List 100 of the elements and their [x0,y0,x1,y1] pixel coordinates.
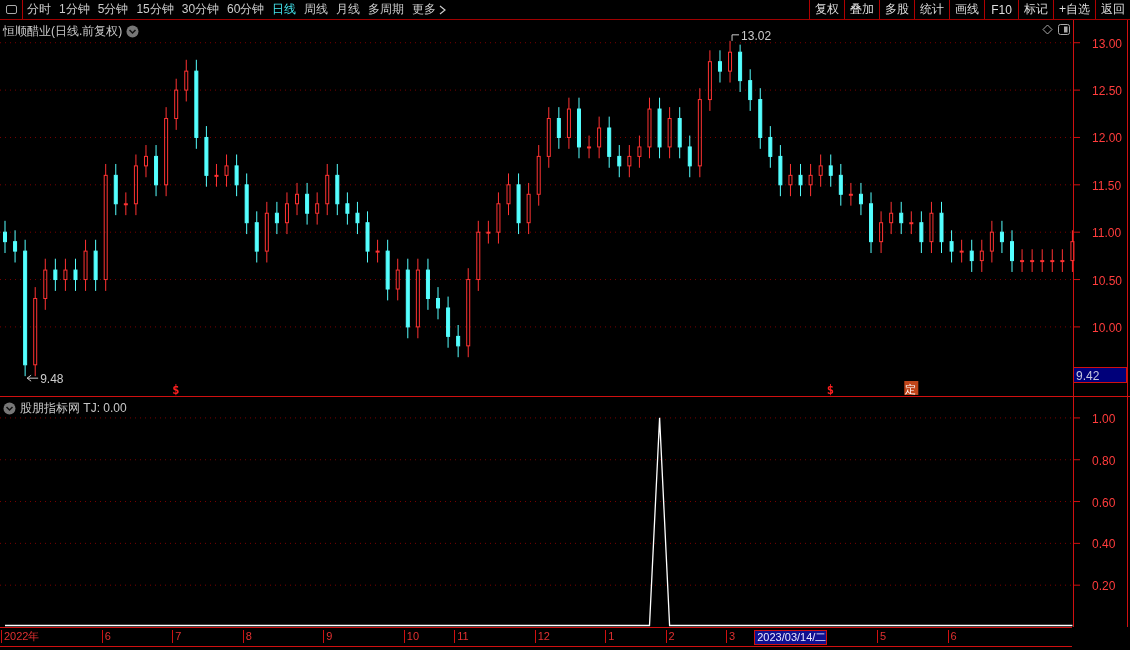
candlestick [607,116,612,169]
indicator-axis-label: 1.00 [1092,411,1116,426]
price-axis-label: 13.00 [1092,36,1123,51]
candlestick [939,201,944,254]
signal-marker: $ [826,383,834,397]
period-tab[interactable]: 周线 [300,0,333,19]
candlestick [73,258,78,292]
candlestick [556,106,561,150]
date-axis-label: 1 [605,630,615,643]
candlestick [395,258,400,301]
indicator-axis-label: 0.40 [1092,537,1116,552]
candlestick [345,191,350,226]
candlestick [184,59,189,102]
period-tab[interactable]: 月线 [332,0,365,19]
panel-toggle-icon[interactable] [1058,24,1070,35]
candlestick [526,182,531,235]
candlestick [577,97,581,159]
date-axis-label: 11 [454,630,469,643]
candlestick [305,182,310,226]
toolbar-button[interactable]: 返回 [1095,0,1130,19]
candlestick [113,163,118,216]
period-tab[interactable]: 60分钟 [223,0,269,19]
candlestick [506,172,511,216]
date-axis-label: 2 [665,630,675,643]
candlestick [667,106,672,159]
high-price-label: 13.02 [741,28,772,43]
candlestick [375,239,380,263]
candlestick [456,324,461,358]
candlestick [133,154,138,216]
period-tab[interactable]: 日线 [268,0,301,19]
candlestick [284,191,289,235]
candlestick [536,144,541,207]
toolbar-button[interactable]: +自选 [1053,0,1095,19]
left-arrow-icon [26,374,39,382]
candlestick [597,116,602,159]
date-axis-label: 2022年 [1,630,40,643]
candlestick [677,106,682,159]
indicator-title: 股朋指标网 TJ: 0.00 [20,400,127,417]
period-tab[interactable]: 15分钟 [132,0,178,19]
candlestick [929,201,934,254]
date-axis-label: 6 [101,630,111,643]
candlestick [798,163,803,197]
candlestick [1050,248,1055,273]
indicator-axis-label: 0.20 [1092,579,1116,594]
candlestick [869,191,873,254]
candlestick [264,201,269,263]
toolbar-button[interactable]: F10 [984,0,1018,19]
chart-title: 恒顺醋业(日线.前复权) [3,23,123,40]
low-price-label: 9.48 [40,372,64,387]
candlestick [999,220,1004,254]
toolbar-button[interactable]: 复权 [809,0,844,19]
candlestick [355,201,360,235]
price-axis-label: 12.00 [1092,131,1123,146]
candlestick [899,201,904,235]
candlestick [566,97,571,150]
candlestick [244,172,249,235]
dropdown-icon[interactable] [3,402,16,415]
toolbar-button[interactable]: 标记 [1018,0,1053,19]
price-axis-label: 12.50 [1092,84,1123,99]
dropdown-icon[interactable] [126,25,140,38]
candlestick [516,172,521,235]
period-tab[interactable]: 30分钟 [177,0,224,19]
candlestick [425,258,430,311]
candlestick [295,182,300,216]
toolbar-button[interactable]: 画线 [949,0,984,19]
candlestick [335,163,340,216]
period-tab[interactable]: 分时 [23,0,55,19]
candlestick [174,78,179,131]
candlestick [808,163,813,197]
candlestick [1040,248,1045,273]
candlestick [768,125,773,169]
candlestick [53,258,58,292]
period-tab[interactable]: 5分钟 [93,0,133,19]
date-axis-label: 10 [403,630,420,643]
candlestick [979,239,984,273]
toolbar-button[interactable]: 多股 [879,0,914,19]
candlestick [617,144,622,178]
chevron-right-icon [439,4,447,15]
candlestick [325,163,330,216]
period-tab[interactable]: 更多 [408,0,451,19]
candlestick [818,154,823,188]
candlestick [63,258,68,292]
diamond-icon[interactable] [1042,24,1053,35]
candlestick [627,144,632,178]
candlestick [748,68,753,112]
candlestick [758,87,763,150]
toolbar-button[interactable]: 统计 [914,0,949,19]
date-axis-label: 6 [947,630,957,643]
candlestick [385,239,390,301]
candlestick [728,40,733,83]
candlestick [154,144,159,197]
date-axis-label: 5 [877,630,887,643]
candlestick [83,239,88,292]
candlestick [909,210,914,235]
toolbar-button[interactable]: 叠加 [844,0,879,19]
candlestick [13,229,18,263]
period-tab[interactable]: 1分钟 [55,0,94,19]
candlestick [254,210,259,263]
period-tab[interactable]: 多周期 [364,0,409,19]
candlestick [788,163,793,197]
